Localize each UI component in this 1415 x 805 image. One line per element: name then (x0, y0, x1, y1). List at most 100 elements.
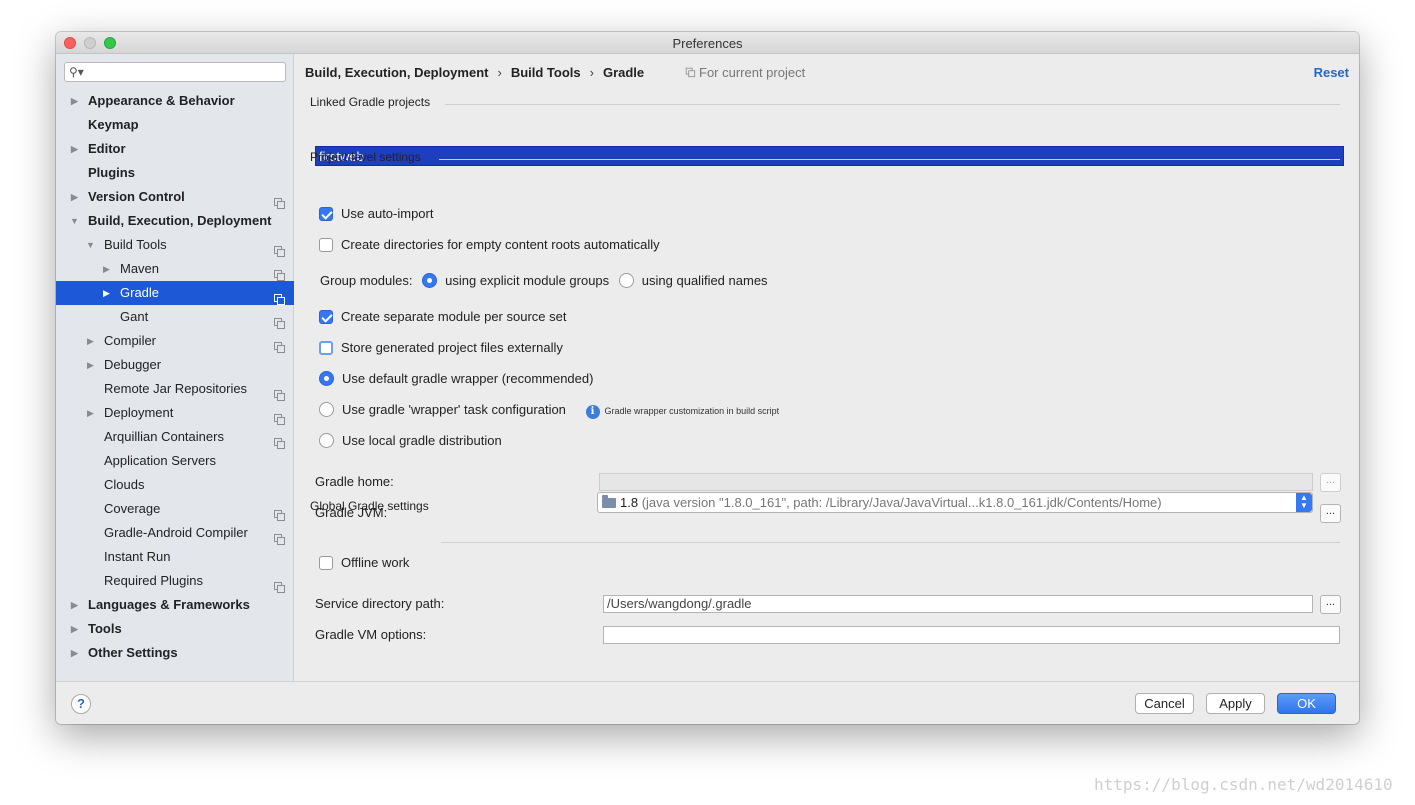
breadcrumb: Build, Execution, Deployment › Build Tools… (305, 65, 644, 83)
collapse-arrow-icon[interactable]: ▼ (70, 209, 79, 233)
expand-arrow-icon[interactable]: ▶ (71, 89, 78, 113)
sidebar-item-compiler[interactable]: ▶ Compiler (56, 329, 294, 353)
expand-arrow-icon[interactable]: ▶ (71, 617, 78, 641)
sidebar-item-tools[interactable]: ▶ Tools (56, 617, 294, 641)
expand-arrow-icon[interactable]: ▶ (87, 329, 94, 353)
section-divider (441, 542, 1340, 543)
auto-import-checkbox[interactable] (319, 207, 333, 221)
wrapper-task-option[interactable]: Use gradle 'wrapper' task configuration … (319, 401, 779, 419)
store-external-option[interactable]: Store generated project files externally (319, 339, 563, 357)
project-scope-icon (274, 312, 285, 329)
create-dirs-option[interactable]: Create directories for empty content roo… (319, 236, 660, 254)
sidebar-item-languages-frameworks[interactable]: ▶ Languages & Frameworks (56, 593, 294, 617)
gradle-jvm-browse-button[interactable]: ... (1320, 504, 1341, 523)
search-input[interactable]: ⚲▾ (64, 62, 286, 82)
sidebar-item-build-execution-deployment[interactable]: ▼ Build, Execution, Deployment (56, 209, 294, 233)
group-modules-row: Group modules: using explicit module gro… (320, 273, 768, 288)
sidebar-item-arquillian-containers[interactable]: Arquillian Containers (56, 425, 294, 449)
breadcrumb-separator: › (589, 65, 594, 80)
sidebar-item-editor[interactable]: ▶ Editor (56, 137, 294, 161)
sidebar-item-clouds[interactable]: Clouds (56, 473, 294, 497)
watermark: https://blog.csdn.net/wd2014610 (1094, 775, 1393, 794)
sidebar-item-plugins[interactable]: Plugins (56, 161, 294, 185)
expand-arrow-icon[interactable]: ▶ (87, 353, 94, 377)
service-dir-input[interactable]: /Users/wangdong/.gradle (603, 595, 1313, 613)
sidebar-item-coverage[interactable]: Coverage (56, 497, 294, 521)
local-distribution-radio[interactable] (319, 433, 334, 448)
sidebar-item-other-settings[interactable]: ▶ Other Settings (56, 641, 294, 665)
window-title: Preferences (672, 36, 743, 51)
local-distribution-option[interactable]: Use local gradle distribution (319, 432, 502, 450)
chevron-updown-icon: ▲ ▼ (1296, 493, 1312, 512)
sidebar-item-gradle-android-compiler[interactable]: Gradle-Android Compiler (56, 521, 294, 545)
expand-arrow-icon[interactable]: ▶ (71, 593, 78, 617)
project-scope-icon (685, 67, 696, 78)
cancel-button[interactable]: Cancel (1135, 693, 1194, 714)
reset-link[interactable]: Reset (1314, 65, 1349, 80)
separate-module-checkbox[interactable] (319, 310, 333, 324)
project-scope-label: For current project (685, 65, 805, 80)
gradle-jvm-select[interactable]: 1.8 (java version "1.8.0_161", path: /Li… (597, 492, 1313, 513)
store-external-checkbox[interactable] (319, 341, 333, 355)
sidebar-item-gant[interactable]: Gant (56, 305, 294, 329)
search-icon: ⚲▾ (69, 65, 84, 79)
sidebar-item-version-control[interactable]: ▶ Version Control (56, 185, 294, 209)
sidebar-item-debugger[interactable]: ▶ Debugger (56, 353, 294, 377)
qualified-names-radio[interactable] (618, 273, 634, 288)
project-scope-icon (274, 264, 285, 281)
group-modules-label: Group modules: (320, 273, 413, 288)
preferences-window: Preferences ⚲▾ ▶ Appearance & Behavior K… (56, 32, 1359, 724)
sidebar-item-required-plugins[interactable]: Required Plugins (56, 569, 294, 593)
help-button[interactable]: ? (71, 694, 91, 714)
apply-button[interactable]: Apply (1206, 693, 1265, 714)
sidebar-item-deployment[interactable]: ▶ Deployment (56, 401, 294, 425)
project-scope-icon (274, 240, 285, 257)
collapse-arrow-icon[interactable]: ▼ (86, 233, 95, 257)
sidebar-item-remote-jar-repositories[interactable]: Remote Jar Repositories (56, 377, 294, 401)
default-wrapper-option[interactable]: Use default gradle wrapper (recommended) (319, 370, 593, 388)
section-divider (439, 159, 1340, 160)
sidebar-item-application-servers[interactable]: Application Servers (56, 449, 294, 473)
section-divider (445, 104, 1340, 105)
service-dir-browse-button[interactable]: ... (1320, 595, 1341, 614)
gradle-home-label: Gradle home: (315, 474, 394, 489)
sidebar-item-maven[interactable]: ▶ Maven (56, 257, 294, 281)
wrapper-task-radio[interactable] (319, 402, 334, 417)
offline-work-option[interactable]: Offline work (319, 554, 409, 572)
sidebar-item-instant-run[interactable]: Instant Run (56, 545, 294, 569)
ok-button[interactable]: OK (1277, 693, 1336, 714)
auto-import-option[interactable]: Use auto-import (319, 205, 433, 223)
expand-arrow-icon[interactable]: ▶ (103, 281, 110, 305)
offline-work-checkbox[interactable] (319, 556, 333, 570)
service-dir-label: Service directory path: (315, 596, 445, 611)
gradle-settings-panel: Build, Execution, Deployment › Build Tools… (295, 54, 1359, 681)
global-settings-heading: Global Gradle settings (310, 499, 429, 513)
sidebar-item-build-tools[interactable]: ▼ Build Tools (56, 233, 294, 257)
linked-project-row[interactable]: firstweb (315, 146, 1344, 166)
dialog-footer: ? Cancel Apply OK (56, 681, 1359, 724)
folder-icon (602, 495, 616, 508)
project-scope-icon (274, 192, 285, 209)
breadcrumb-item: Gradle (602, 65, 645, 80)
expand-arrow-icon[interactable]: ▶ (103, 257, 110, 281)
breadcrumb-item: Build Tools (510, 65, 581, 80)
default-wrapper-radio[interactable] (319, 371, 334, 386)
expand-arrow-icon[interactable]: ▶ (87, 401, 94, 425)
expand-arrow-icon[interactable]: ▶ (71, 137, 78, 161)
expand-arrow-icon[interactable]: ▶ (71, 185, 78, 209)
sidebar-item-keymap[interactable]: Keymap (56, 113, 294, 137)
project-scope-icon (274, 288, 285, 305)
separate-module-option[interactable]: Create separate module per source set (319, 308, 566, 326)
project-scope-icon (274, 576, 285, 593)
linked-projects-heading: Linked Gradle projects (310, 95, 431, 109)
project-scope-icon (274, 408, 285, 425)
gradle-home-input[interactable] (599, 473, 1313, 491)
vm-options-input[interactable] (603, 626, 1340, 644)
create-dirs-checkbox[interactable] (319, 238, 333, 252)
sidebar-item-appearance-behavior[interactable]: ▶ Appearance & Behavior (56, 89, 294, 113)
explicit-groups-radio[interactable] (422, 273, 438, 288)
gradle-home-browse-button[interactable]: ... (1320, 473, 1341, 492)
expand-arrow-icon[interactable]: ▶ (71, 641, 78, 665)
project-settings-heading: Project-level settings (310, 150, 421, 164)
sidebar-item-gradle[interactable]: ▶ Gradle (56, 281, 294, 305)
